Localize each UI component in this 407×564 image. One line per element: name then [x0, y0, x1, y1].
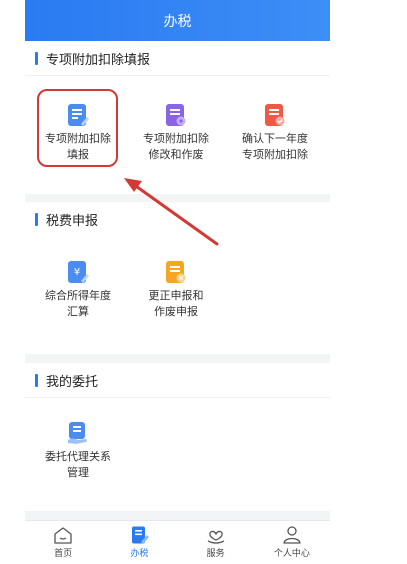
person-icon [283, 526, 301, 544]
bottom-tab-bar: 首页 办税 服务 个人中心 [25, 520, 330, 564]
item-label: 专项附加扣除 修改和作废 [143, 132, 209, 161]
section-accent-bar [35, 373, 38, 387]
tab-label: 办税 [130, 549, 149, 559]
tab-label: 个人中心 [273, 549, 310, 559]
item-label: 确认下一年度 专项附加扣除 [242, 132, 308, 161]
document-hand-icon [67, 421, 89, 445]
section-my-delegation: 我的委托 委托代理关系 管理 [25, 363, 330, 511]
home-icon [54, 527, 72, 544]
app-screen: 办税 专项附加扣除填报 专项附加扣除 填报 专项附加扣除 修改和作废 确认下一年… [25, 0, 330, 564]
document-check-icon [264, 103, 286, 127]
svg-text:¥: ¥ [74, 267, 80, 278]
annual-settlement-button[interactable]: ¥ 综合所得年度 汇算 [30, 260, 126, 320]
tab-label: 首页 [54, 549, 73, 559]
tab-label: 服务 [206, 549, 225, 559]
correct-cancel-filing-button[interactable]: 更正申报和 作废申报 [128, 260, 224, 320]
section-tax-filing: 税费申报 ¥ 综合所得年度 汇算 更正申报和 作废申报 [25, 202, 330, 354]
tax-document-icon [132, 526, 150, 544]
tab-home[interactable]: 首页 [25, 521, 101, 564]
section-title-text: 税费申报 [46, 214, 99, 229]
delegation-management-button[interactable]: 委托代理关系 管理 [30, 421, 126, 481]
document-settings-icon [165, 103, 187, 127]
section-title-text: 专项附加扣除填报 [46, 52, 151, 68]
tab-personal-center[interactable]: 个人中心 [254, 521, 330, 564]
confirm-next-year-deduction-button[interactable]: 确认下一年度 专项附加扣除 [227, 103, 323, 163]
special-deduction-modify-button[interactable]: 专项附加扣除 修改和作废 [128, 103, 224, 163]
section-title: 我的委托 [25, 363, 330, 398]
tab-service[interactable]: 服务 [178, 521, 254, 564]
heart-hand-icon [207, 530, 224, 544]
header-bar: 办税 [25, 0, 330, 41]
tab-tax[interactable]: 办税 [101, 521, 177, 564]
section-title-text: 我的委托 [46, 374, 99, 390]
document-cancel-icon [165, 260, 187, 284]
section-title: 税费申报 [25, 202, 330, 237]
yuan-document-icon: ¥ [67, 260, 89, 284]
section-accent-bar [35, 213, 38, 226]
item-label: 委托代理关系 管理 [45, 450, 111, 479]
item-label: 更正申报和 作废申报 [148, 289, 204, 318]
annotation-highlight-box [37, 89, 118, 167]
item-label: 综合所得年度 汇算 [45, 289, 111, 318]
section-accent-bar [35, 51, 38, 65]
section-title: 专项附加扣除填报 [25, 41, 330, 76]
page-title: 办税 [163, 13, 192, 30]
